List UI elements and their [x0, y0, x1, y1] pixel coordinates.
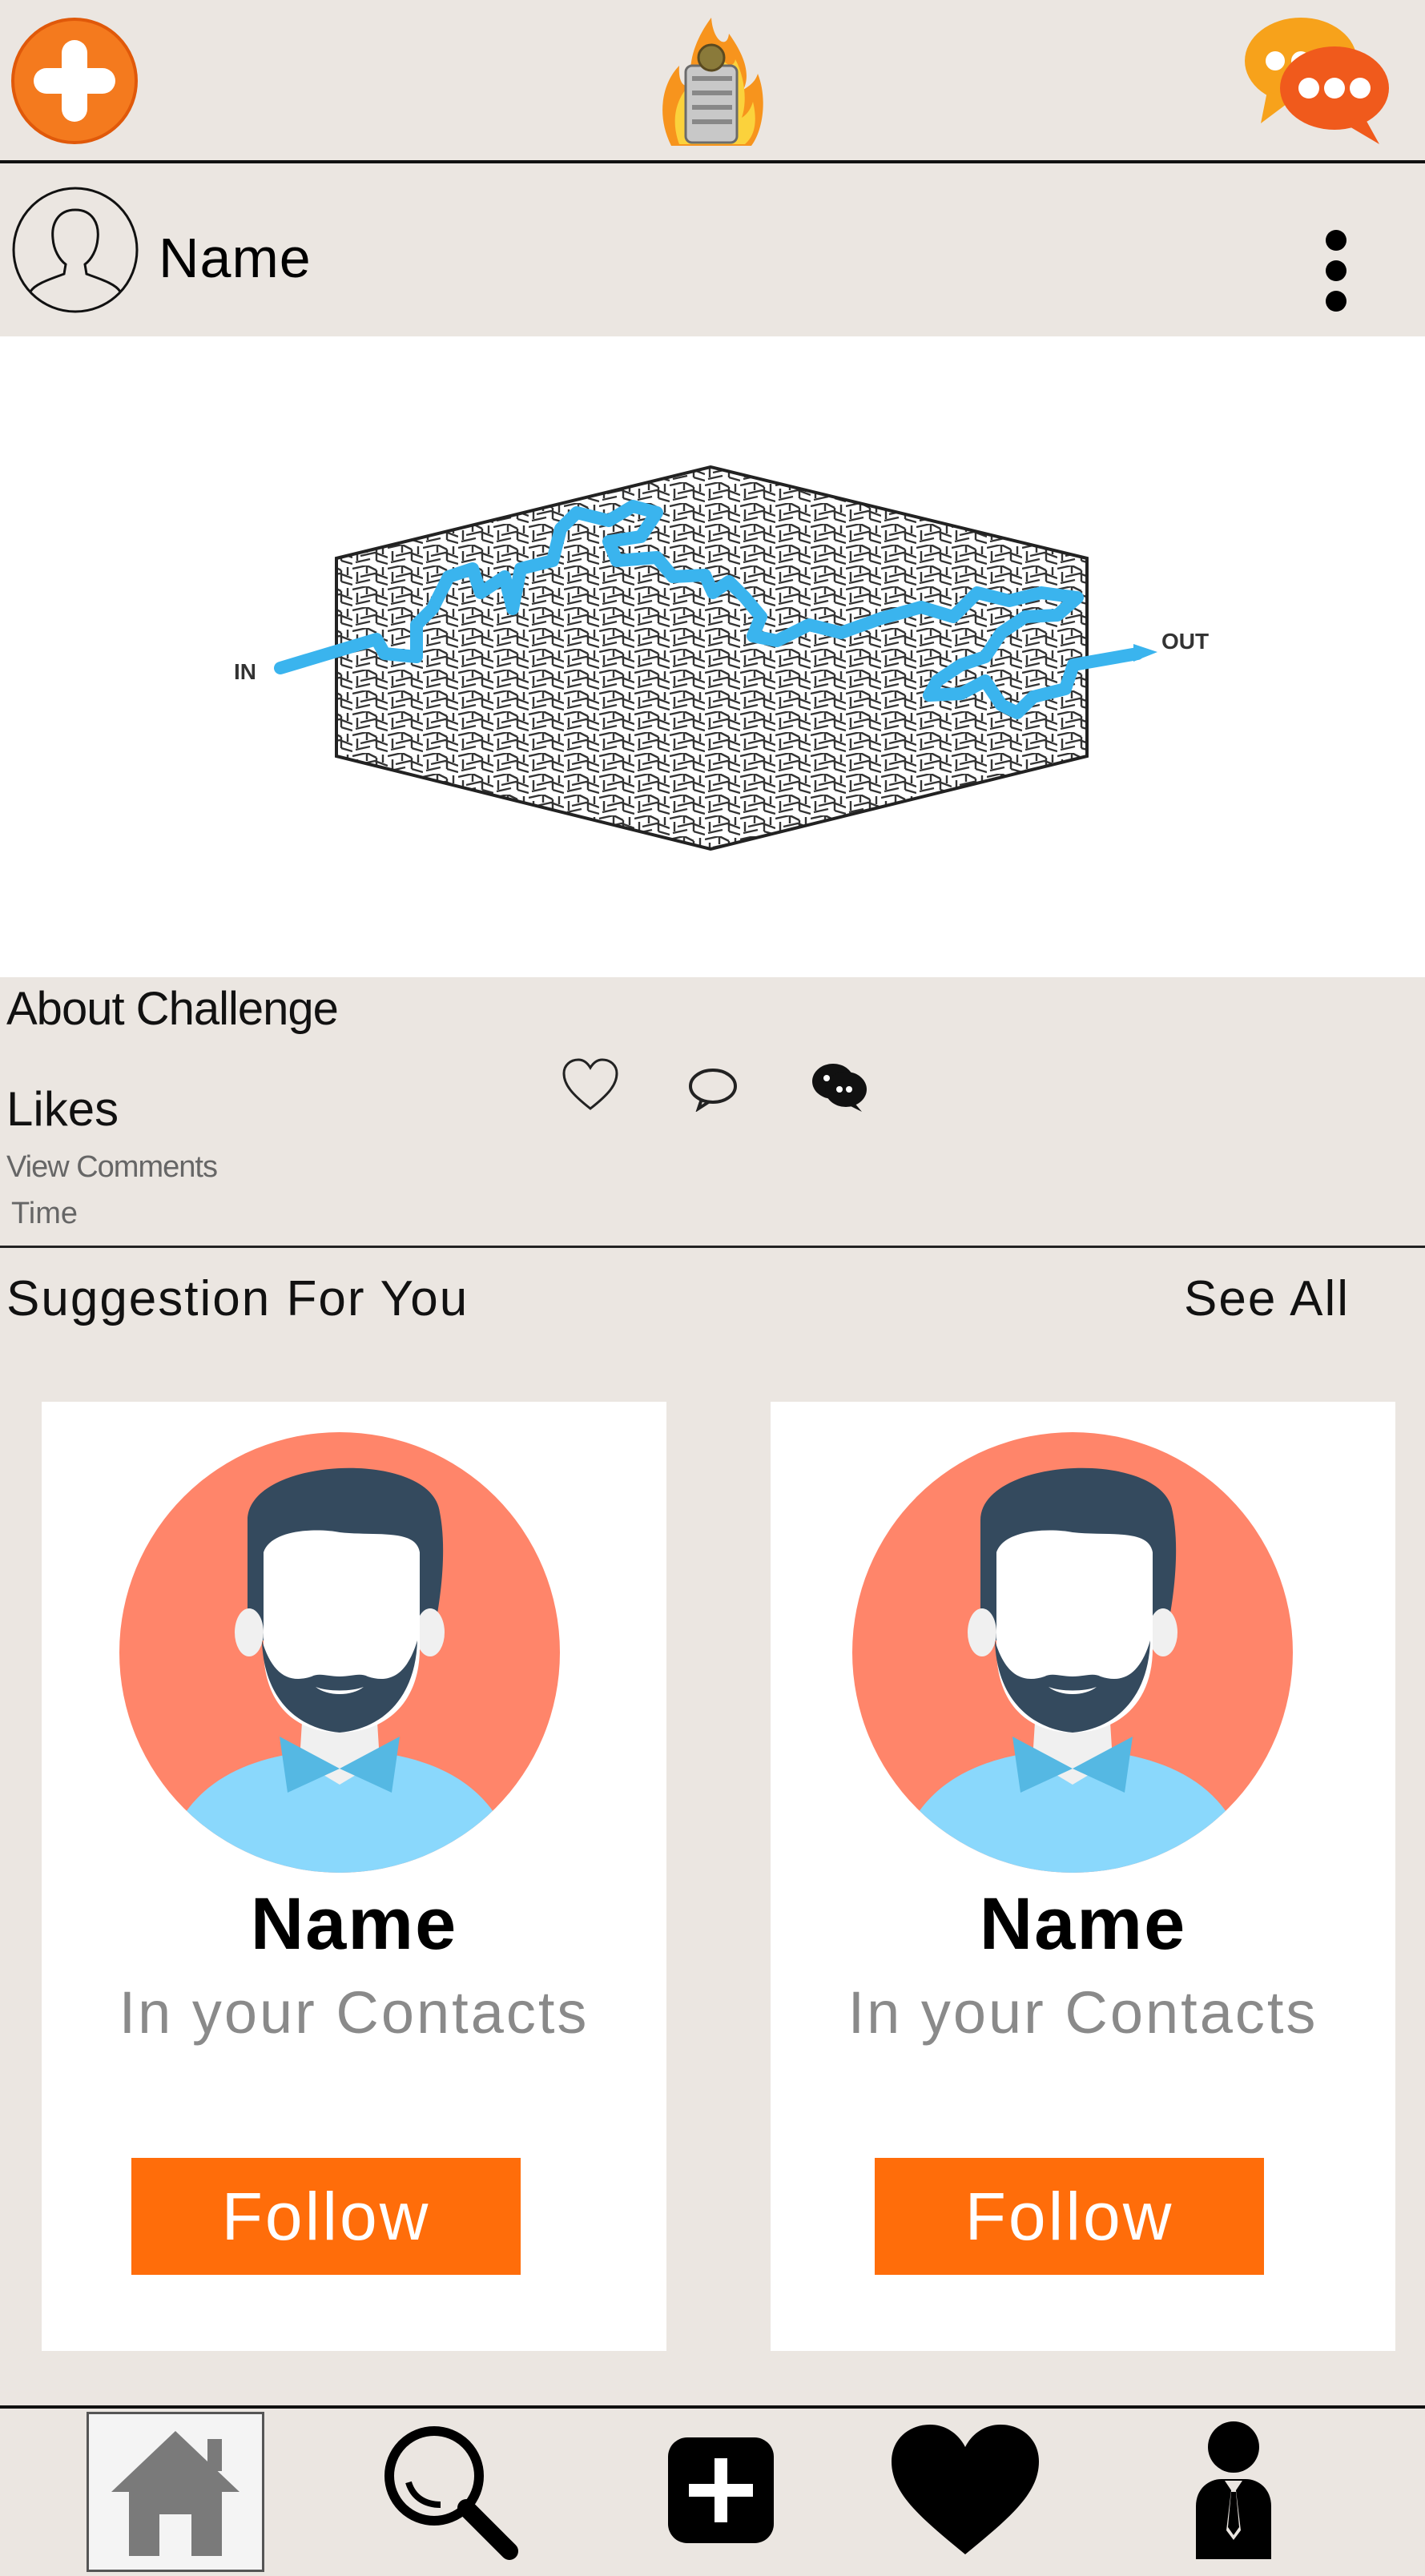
- follow-button[interactable]: Follow: [131, 2158, 521, 2275]
- likes-text[interactable]: Likes: [6, 1081, 119, 1137]
- follow-button[interactable]: Follow: [875, 2158, 1264, 2275]
- post-header: Name: [0, 163, 1425, 336]
- bottom-nav: [0, 2405, 1425, 2576]
- profile-icon: [1190, 2418, 1278, 2566]
- suggestion-name[interactable]: Name: [771, 1882, 1395, 1966]
- comment-icon[interactable]: [687, 1067, 739, 1113]
- maze-illustration: IN OUT: [234, 465, 1209, 851]
- search-icon: [376, 2418, 521, 2566]
- suggestion-subtitle: In your Contacts: [119, 1979, 590, 2046]
- post-image[interactable]: IN OUT: [0, 336, 1425, 977]
- message-icon[interactable]: [809, 1061, 868, 1113]
- chat-icon[interactable]: [1243, 11, 1392, 147]
- suggestion-card: Name In your Contacts Follow: [42, 1402, 666, 2351]
- about-challenge-text: About Challenge: [6, 983, 339, 1035]
- add-post-icon: [666, 2436, 775, 2549]
- heart-icon: [888, 2421, 1042, 2563]
- home-icon: [105, 2420, 246, 2565]
- suggestion-name[interactable]: Name: [42, 1882, 666, 1966]
- like-icon[interactable]: [561, 1057, 620, 1113]
- suggestion-card: Name In your Contacts Follow: [771, 1402, 1395, 2351]
- view-comments-link[interactable]: View Comments: [6, 1150, 218, 1185]
- nav-likes[interactable]: [881, 2409, 1049, 2576]
- author-name[interactable]: Name: [159, 226, 312, 290]
- top-bar: [0, 0, 1425, 163]
- see-all-link[interactable]: See All: [1184, 1270, 1350, 1327]
- maze-in-label: IN: [234, 659, 256, 684]
- nav-add[interactable]: [641, 2409, 801, 2576]
- suggestion-avatar-icon[interactable]: [852, 1432, 1293, 1873]
- nav-search[interactable]: [368, 2409, 529, 2576]
- add-icon[interactable]: [11, 18, 138, 144]
- suggestion-avatar-icon[interactable]: [119, 1432, 560, 1873]
- maze-out-label: OUT: [1161, 629, 1209, 654]
- nav-profile[interactable]: [1153, 2409, 1314, 2576]
- author-avatar-icon[interactable]: [11, 186, 139, 314]
- app-logo-icon: [655, 10, 769, 152]
- post-meta: About Challenge Likes View Comments Time: [0, 977, 1425, 1248]
- suggestion-subtitle: In your Contacts: [847, 1979, 1318, 2046]
- nav-home[interactable]: [87, 2412, 264, 2572]
- suggestions-title: Suggestion For You: [6, 1271, 469, 1326]
- more-options-icon[interactable]: [1314, 229, 1359, 325]
- post-time: Time: [11, 1197, 78, 1230]
